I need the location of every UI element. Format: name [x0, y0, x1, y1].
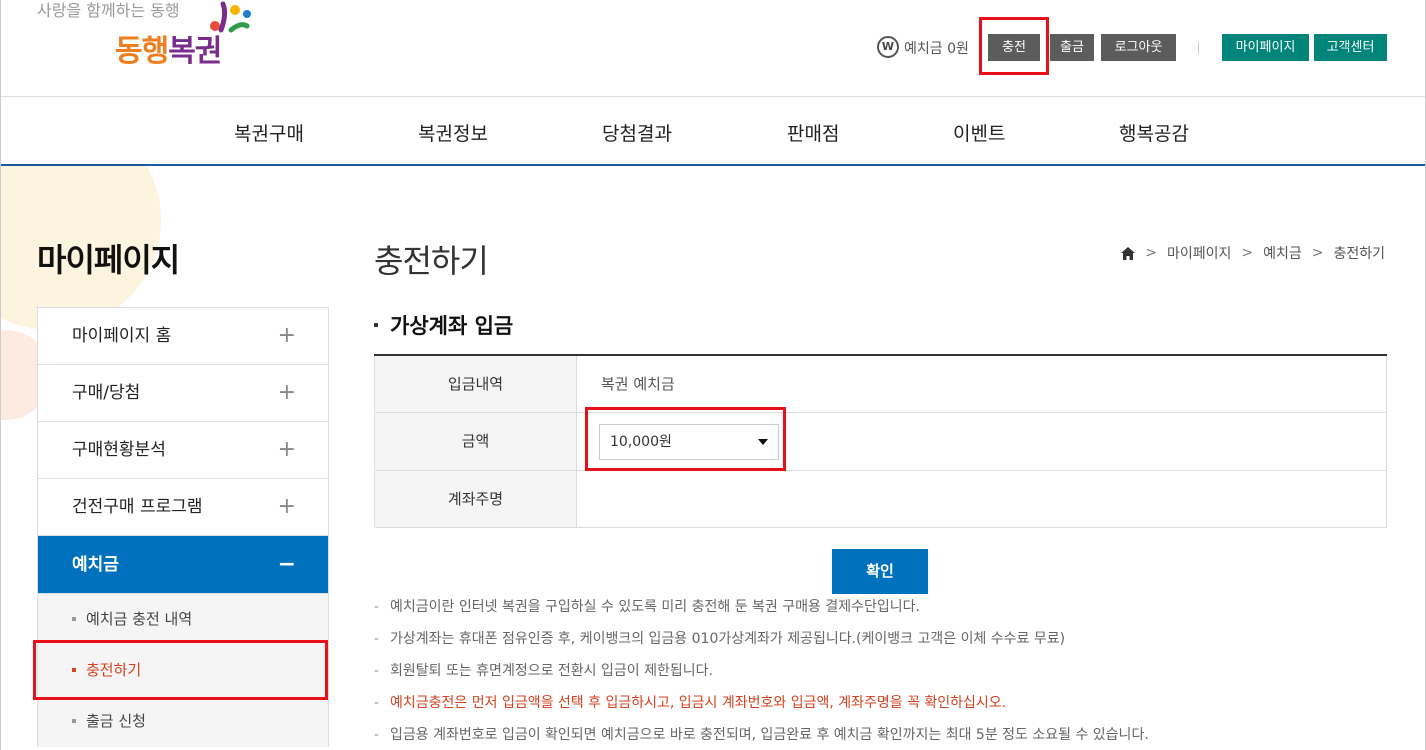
amount-label: 금액: [374, 413, 577, 470]
confirm-button[interactable]: 확인: [832, 549, 928, 594]
nav-item-happiness[interactable]: 행복공감: [1119, 119, 1189, 146]
bullet-icon: [72, 719, 76, 723]
section-title-text: 가상계좌 입금: [390, 314, 514, 338]
sidebar-item-healthy-purchase[interactable]: 건전구매 프로그램 +: [38, 479, 328, 536]
wallet-icon: W: [877, 36, 899, 58]
logo-mark-icon: [210, 1, 251, 33]
collapse-icon: −: [277, 552, 296, 577]
sidebar-item-deposit[interactable]: 예치금 −: [38, 536, 328, 594]
notice-item: - 회원탈퇴 또는 휴면계정으로 전환시 입금이 제한됩니다.: [374, 660, 1149, 692]
main-navigation: 복권구매 복권정보 당첨결과 판매점 이벤트 행복공감: [1, 98, 1425, 166]
sidebar-title: 마이페이지: [37, 241, 180, 279]
breadcrumb-item-current: 충전하기: [1333, 246, 1385, 262]
highlight-box: [33, 640, 328, 700]
sidebar-item-label: 마이페이지 홈: [72, 326, 172, 346]
note-marker: -: [374, 663, 380, 679]
bullet-icon: [72, 617, 76, 621]
expand-icon: +: [277, 380, 296, 405]
notice-text: 입금용 계좌번호로 입금이 확인되면 예치금으로 바로 충전되며, 입금완료 후…: [390, 727, 1149, 743]
notice-list: - 예치금이란 인터넷 복권을 구입하실 수 있도록 미리 충전해 둔 복권 구매…: [374, 596, 1149, 750]
sidebar-item-purchase-analysis[interactable]: 구매현황분석 +: [38, 422, 328, 479]
breadcrumb-item[interactable]: 마이페이지: [1167, 243, 1231, 263]
support-button[interactable]: 고객센터: [1314, 34, 1387, 61]
withdraw-button[interactable]: 출금: [1050, 34, 1094, 61]
notice-item: - 입금용 계좌번호로 입금이 확인되면 예치금으로 바로 충전되며, 입금완료 …: [374, 724, 1149, 750]
sidebar-item-label: 구매현황분석: [72, 440, 166, 460]
page-title: 충전하기: [374, 242, 489, 280]
chevron-right-icon: >: [1311, 245, 1324, 261]
expand-icon: +: [277, 323, 296, 348]
breadcrumb-item[interactable]: 예치금: [1263, 243, 1302, 263]
nav-item-stores[interactable]: 판매점: [787, 119, 839, 146]
account-holder-label: 계좌주명: [374, 471, 577, 527]
nav-item-events[interactable]: 이벤트: [953, 119, 1005, 146]
notice-item: - 가상계좌는 휴대폰 점유인증 후, 케이뱅크의 입금용 010가상계좌가 제공…: [374, 628, 1149, 660]
nav-item-lottery-info[interactable]: 복권정보: [418, 119, 488, 146]
highlight-box: [585, 407, 786, 471]
nav-item-lottery-purchase[interactable]: 복권구매: [234, 119, 304, 146]
nav-item-winning-results[interactable]: 당첨결과: [602, 119, 672, 146]
divider: [1198, 42, 1199, 54]
submenu-item-withdraw-request[interactable]: 출금 신청: [38, 696, 328, 747]
section-title: 가상계좌 입금: [374, 310, 513, 340]
site-header: 사랑을 함께하는 동행 동행복권 W 예치금 0원 충전 출금 로그아웃 마이페…: [1, 0, 1425, 97]
sidebar-item-mypage-home[interactable]: 마이페이지 홈 +: [38, 308, 328, 365]
notice-item: - 예치금이란 인터넷 복권을 구입하실 수 있도록 미리 충전해 둔 복권 구매…: [374, 596, 1149, 628]
mypage-button[interactable]: 마이페이지: [1222, 34, 1309, 61]
table-row: 금액 10,000원: [374, 413, 1387, 471]
notice-text: 예치금이란 인터넷 복권을 구입하실 수 있도록 미리 충전해 둔 복권 구매용…: [390, 599, 920, 615]
table-row: 입금내역 복권 예치금: [374, 356, 1387, 413]
note-marker: -: [374, 599, 380, 615]
note-marker: -: [374, 631, 380, 647]
sidebar-item-label: 예치금: [72, 555, 119, 575]
chevron-right-icon: >: [1241, 245, 1254, 261]
notice-text: 예치금충전은 먼저 입금액을 선택 후 입금하시고, 입금시 계좌번호와 입금액…: [390, 695, 1007, 711]
chevron-right-icon: >: [1145, 245, 1157, 261]
deposit-form-table: 입금내역 복권 예치금 금액 10,000원 계좌주명: [374, 354, 1387, 528]
note-marker: -: [374, 695, 380, 711]
home-icon[interactable]: [1121, 246, 1136, 260]
balance-text: 예치금 0원: [904, 41, 969, 57]
notice-item-warning: - 예치금충전은 먼저 입금액을 선택 후 입금하시고, 입금시 계좌번호와 입금…: [374, 692, 1149, 724]
sidebar-item-label: 건전구매 프로그램: [72, 497, 203, 517]
sidebar-item-label: 구매/당첨: [72, 383, 141, 403]
note-marker: -: [374, 727, 380, 743]
bullet-icon: [374, 323, 378, 327]
submenu-item-label: 출금 신청: [86, 712, 146, 730]
notice-text: 가상계좌는 휴대폰 점유인증 후, 케이뱅크의 입금용 010가상계좌가 제공됩…: [390, 631, 1066, 647]
logo-part2: 복권: [168, 34, 222, 69]
submenu-item-label: 예치금 충전 내역: [86, 610, 193, 628]
logo-part1: 동행: [115, 34, 169, 69]
expand-icon: +: [277, 494, 296, 519]
table-row: 계좌주명: [374, 471, 1387, 528]
submenu-item-charge-history[interactable]: 예치금 충전 내역: [38, 594, 328, 645]
account-holder-value: [577, 471, 1387, 527]
breadcrumb: > 마이페이지 > 예치금 > 충전하기: [1121, 243, 1385, 263]
page-frame: 사랑을 함께하는 동행 동행복권 W 예치금 0원 충전 출금 로그아웃 마이페…: [0, 0, 1426, 750]
deposit-label: 입금내역: [374, 356, 577, 412]
deposit-value: 복권 예치금: [577, 356, 1387, 412]
notice-text: 회원탈퇴 또는 휴면계정으로 전환시 입금이 제한됩니다.: [390, 663, 713, 679]
sidebar-item-purchase-winning[interactable]: 구매/당첨 +: [38, 365, 328, 422]
logout-button[interactable]: 로그아웃: [1101, 34, 1176, 61]
tagline: 사랑을 함께하는 동행: [37, 1, 180, 20]
highlight-box: [979, 17, 1049, 75]
expand-icon: +: [277, 437, 296, 462]
